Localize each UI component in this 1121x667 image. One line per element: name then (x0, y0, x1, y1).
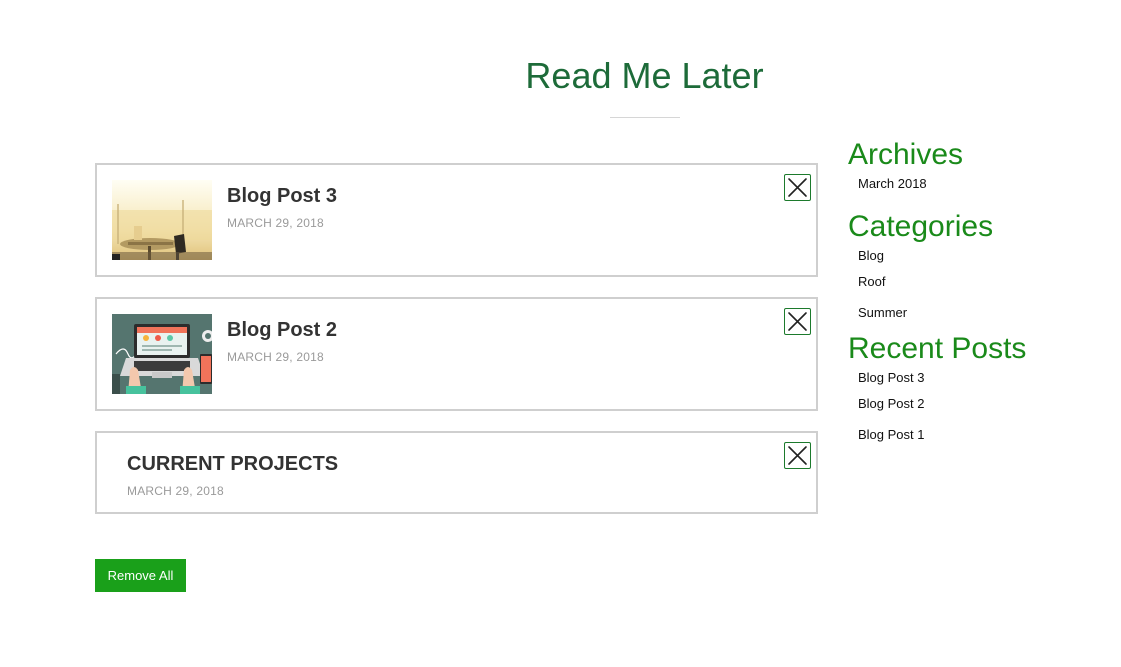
category-link[interactable]: Summer (858, 297, 1108, 328)
post-title[interactable]: Blog Post 2 (227, 317, 337, 343)
title-divider (610, 117, 680, 118)
recent-post-link[interactable]: Blog Post 3 (858, 367, 1108, 388)
remove-post-button[interactable] (784, 308, 811, 335)
post-date: MARCH 29, 2018 (227, 216, 324, 230)
categories-widget-title: Categories (848, 210, 994, 243)
remove-post-button[interactable] (784, 442, 811, 469)
post-title[interactable]: CURRENT PROJECTS (127, 451, 338, 477)
saved-post-card: Blog Post 2 MARCH 29, 2018 (95, 297, 818, 411)
close-x-icon (788, 312, 807, 331)
recent-posts-widget-title: Recent Posts (848, 332, 1027, 365)
post-date: MARCH 29, 2018 (227, 350, 324, 364)
archive-link[interactable]: March 2018 (858, 173, 1108, 194)
close-x-icon (788, 178, 807, 197)
page-title: Read Me Later (525, 55, 764, 96)
close-x-icon (788, 446, 807, 465)
recent-posts-list: Blog Post 3 Blog Post 2 Blog Post 1 (848, 367, 1108, 450)
category-link[interactable]: Blog (858, 245, 1108, 266)
category-link[interactable]: Roof (858, 266, 1108, 297)
remove-all-button[interactable]: Remove All (95, 559, 186, 592)
recent-post-link[interactable]: Blog Post 1 (858, 419, 1108, 450)
saved-post-card: CURRENT PROJECTS MARCH 29, 2018 (95, 431, 818, 514)
archives-list: March 2018 (848, 173, 1108, 194)
laptop-illustration (112, 314, 212, 394)
recent-post-link[interactable]: Blog Post 2 (858, 388, 1108, 419)
sidebar: Archives March 2018 Categories Blog Roof… (848, 137, 1108, 450)
archives-widget-title: Archives (848, 138, 964, 171)
saved-post-card: Blog Post 3 MARCH 29, 2018 (95, 163, 818, 277)
post-thumbnail[interactable] (112, 314, 212, 394)
post-date: MARCH 29, 2018 (127, 484, 224, 498)
post-thumbnail[interactable] (112, 180, 212, 260)
remove-post-button[interactable] (784, 174, 811, 201)
office-desk-photo (112, 180, 212, 260)
categories-list: Blog Roof Summer (848, 245, 1108, 328)
post-title[interactable]: Blog Post 3 (227, 183, 337, 209)
